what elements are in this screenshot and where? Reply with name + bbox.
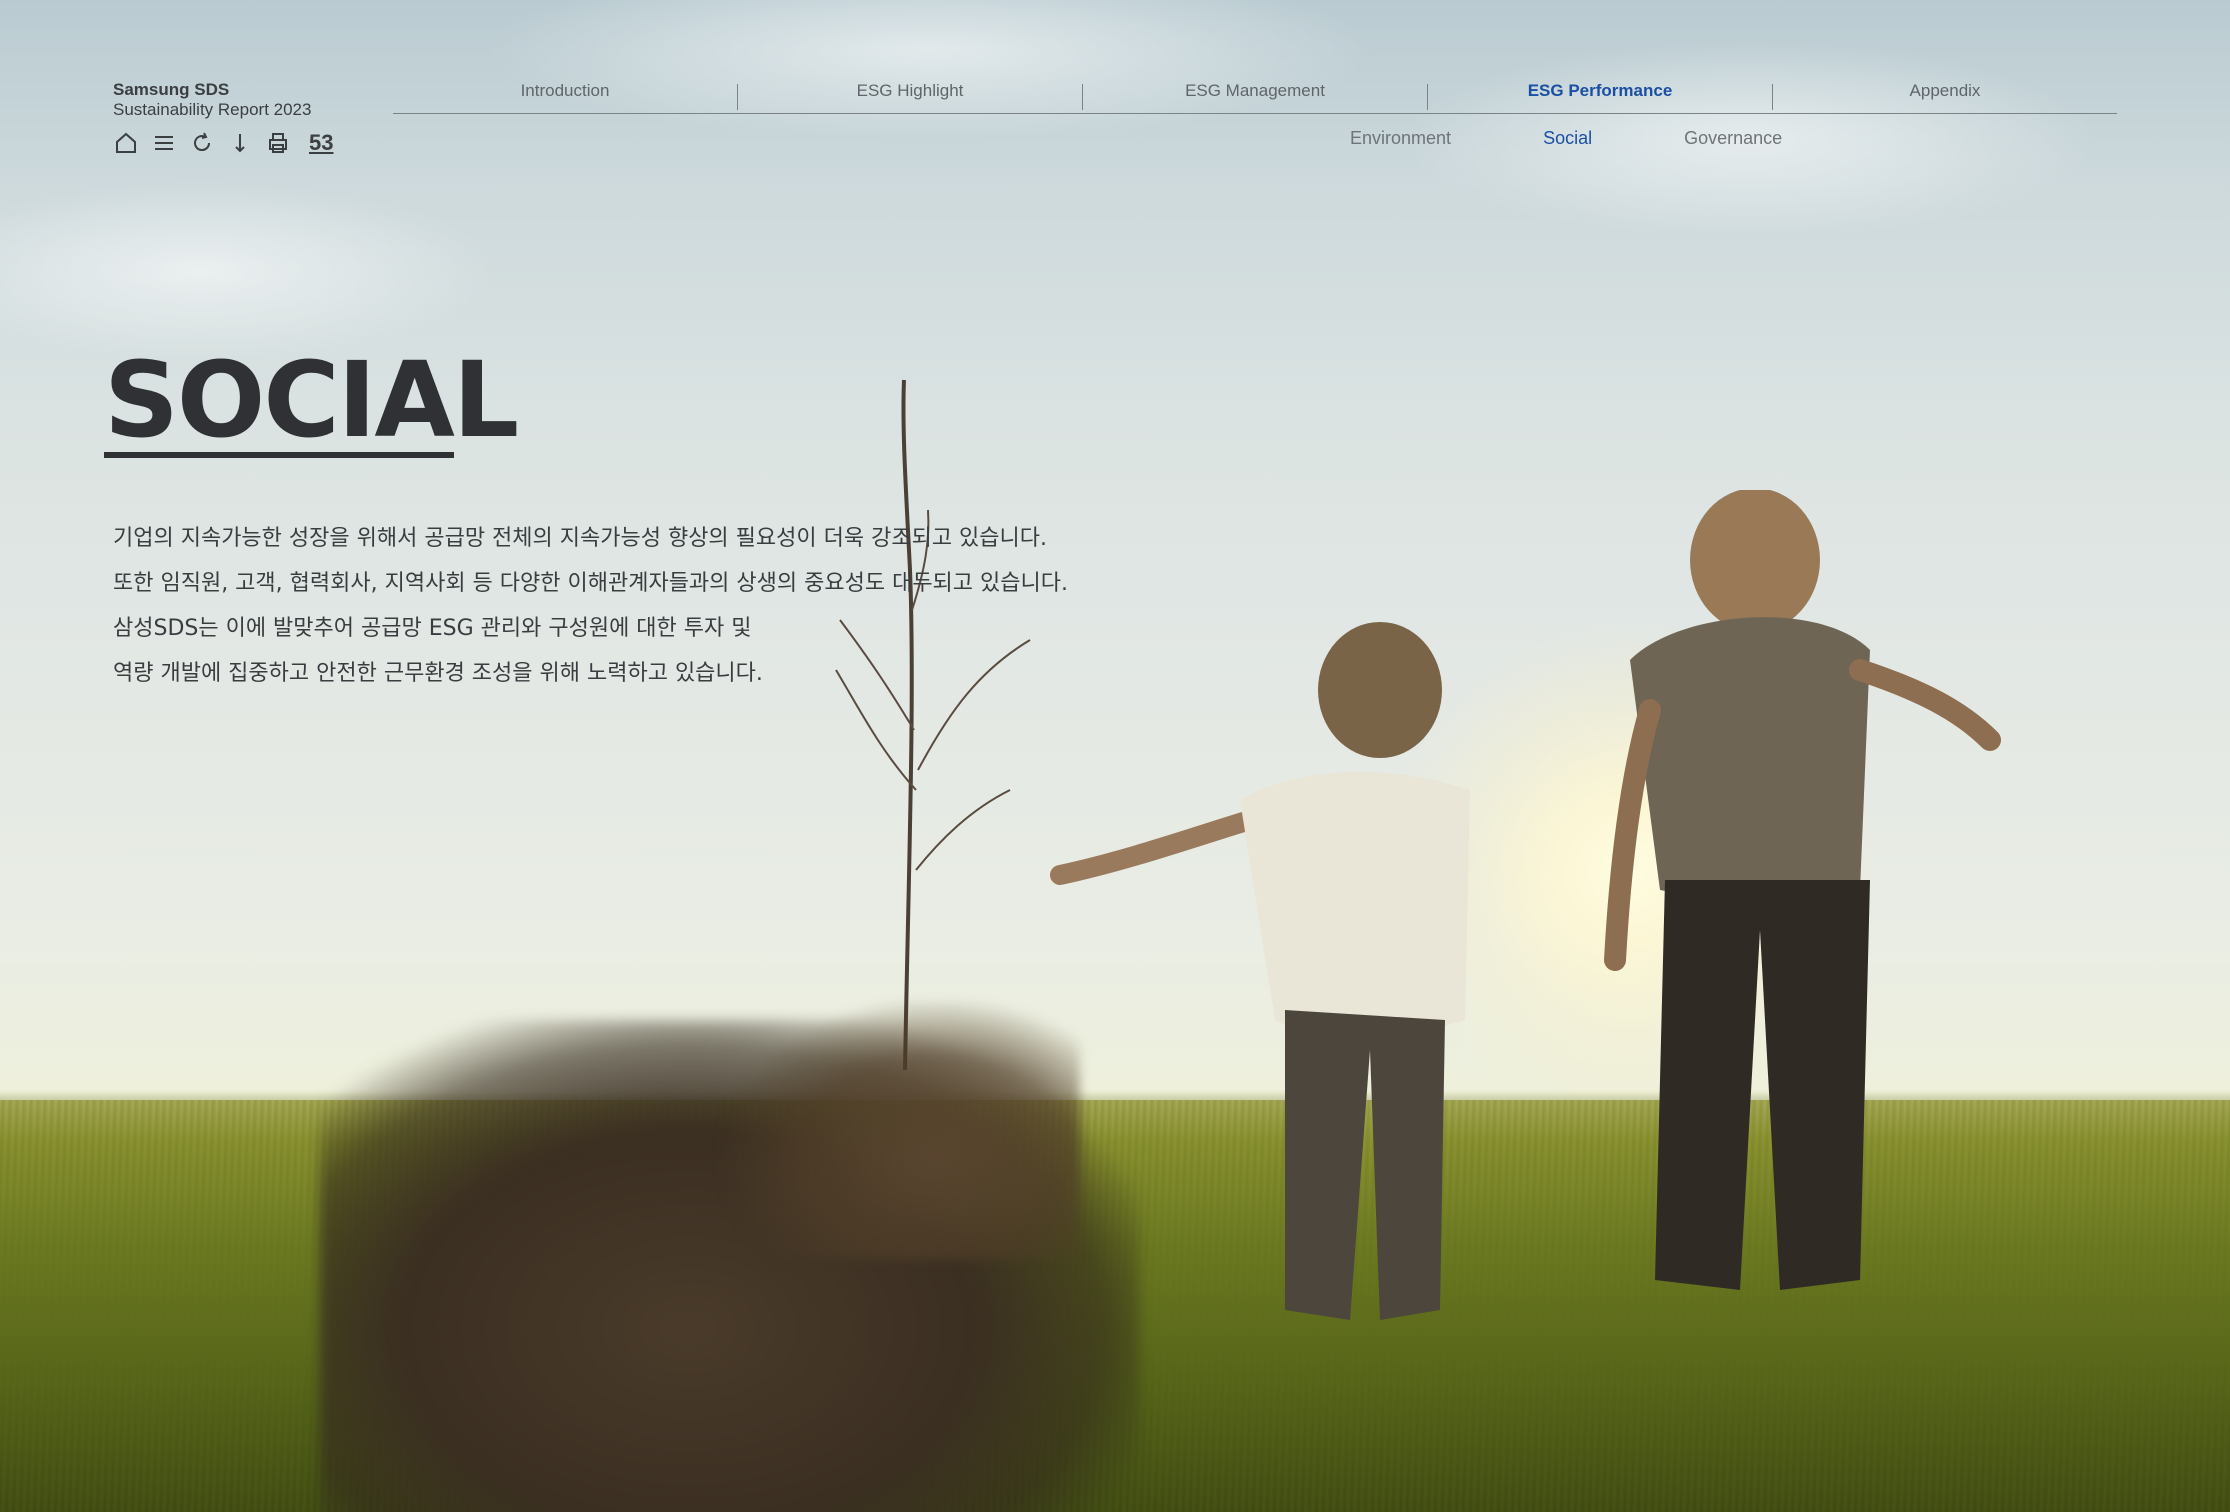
page-title: SOCIAL — [104, 339, 519, 461]
title-underline — [104, 452, 454, 458]
toolbar: 53 — [113, 130, 333, 156]
sub-nav: Environment Social Governance — [1350, 128, 1782, 149]
plant-stalk — [835, 379, 1031, 1070]
cloud — [0, 180, 500, 360]
nav-appendix[interactable]: Appendix — [1773, 78, 2117, 113]
page-number[interactable]: 53 — [309, 130, 333, 156]
main-nav: Introduction ESG Highlight ESG Managemen… — [393, 78, 2117, 114]
brand-name: Samsung SDS — [113, 80, 230, 99]
print-icon[interactable] — [265, 130, 291, 156]
dog-ear-blurred — [720, 1000, 1080, 1260]
nav-esg-management[interactable]: ESG Management — [1083, 78, 1427, 113]
menu-icon[interactable] — [151, 130, 177, 156]
brand-block: Samsung SDS Sustainability Report 2023 — [113, 80, 311, 120]
report-title: Sustainability Report 2023 — [113, 100, 312, 119]
intro-line: 역량 개발에 집중하고 안전한 근무환경 조성을 위해 노력하고 있습니다. — [113, 661, 763, 686]
nav-esg-performance[interactable]: ESG Performance — [1428, 78, 1772, 113]
boy-figure — [1604, 490, 2001, 1290]
page: Samsung SDS Sustainability Report 2023 5… — [0, 0, 2230, 1512]
cloud — [480, 0, 1380, 140]
intro-line: 기업의 지속가능한 성장을 위해서 공급망 전체의 지속가능성 향상의 필요성이… — [113, 526, 1048, 551]
intro-paragraph: 기업의 지속가능한 성장을 위해서 공급망 전체의 지속가능성 향상의 필요성이… — [113, 516, 1213, 696]
subnav-governance[interactable]: Governance — [1684, 128, 1782, 149]
nav-esg-highlight[interactable]: ESG Highlight — [738, 78, 1082, 113]
download-icon[interactable] — [227, 130, 253, 156]
subnav-environment[interactable]: Environment — [1350, 128, 1451, 149]
home-icon[interactable] — [113, 130, 139, 156]
intro-line: 삼성SDS는 이에 발맞추어 공급망 ESG 관리와 구성원에 대한 투자 및 — [113, 616, 752, 641]
subnav-social[interactable]: Social — [1543, 128, 1592, 149]
back-icon[interactable] — [189, 130, 215, 156]
nav-introduction[interactable]: Introduction — [393, 78, 737, 113]
intro-line: 또한 임직원, 고객, 협력회사, 지역사회 등 다양한 이해관계자들과의 상생… — [113, 571, 1068, 596]
